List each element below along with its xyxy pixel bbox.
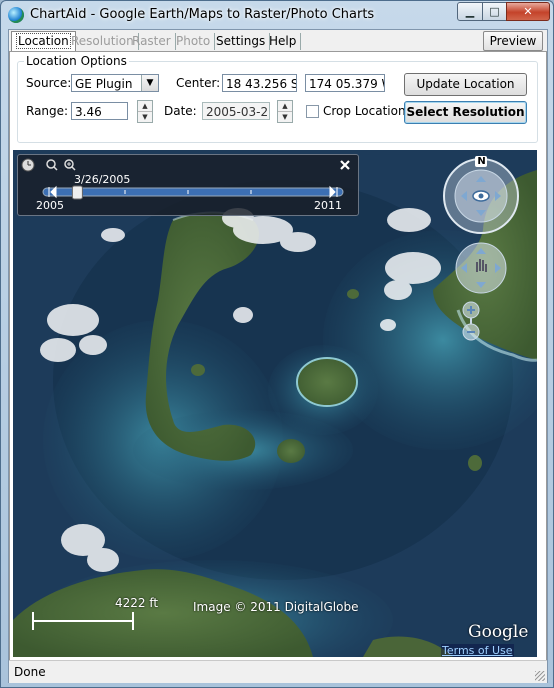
- source-label: Source:: [26, 76, 72, 90]
- globe-icon: [8, 7, 24, 23]
- window-title: ChartAid - Google Earth/Maps to Raster/P…: [30, 7, 375, 22]
- title-bar[interactable]: ChartAid - Google Earth/Maps to Raster/P…: [1, 1, 553, 29]
- resize-grip-icon[interactable]: [535, 671, 545, 681]
- close-icon: [340, 160, 350, 170]
- tab-raster[interactable]: Raster: [128, 33, 176, 50]
- spin-up-icon[interactable]: ▲: [278, 101, 292, 112]
- range-spinner[interactable]: ▲ ▼: [137, 100, 153, 123]
- timeline-thumb: [71, 185, 83, 200]
- zoom-out-icon: [46, 159, 56, 169]
- compass-north-letter[interactable]: N: [476, 156, 487, 167]
- historical-imagery-slider[interactable]: 3/26/2005 2005 2011: [17, 154, 359, 216]
- timeline-end-year: 2011: [314, 199, 342, 212]
- tab-settings[interactable]: Settings: [212, 33, 271, 50]
- earth-map-view[interactable]: 3/26/2005 2005 2011 N 4222 ft Image © 20…: [13, 150, 537, 657]
- location-options-group: Location Options Source: GE Plugin ▼ Cen…: [17, 54, 538, 143]
- crop-location-label: Crop Location: [323, 104, 406, 118]
- date-field[interactable]: 2005-03-27: [202, 102, 270, 120]
- preview-button[interactable]: Preview: [483, 31, 543, 51]
- app-window: ChartAid - Google Earth/Maps to Raster/P…: [0, 0, 554, 688]
- source-select[interactable]: GE Plugin ▼: [71, 74, 159, 92]
- update-location-button[interactable]: Update Location: [404, 73, 527, 96]
- timeline-date: 3/26/2005: [74, 173, 131, 186]
- tab-help[interactable]: Help: [265, 33, 302, 50]
- terms-of-use-link[interactable]: Terms of Use: [441, 644, 514, 657]
- client-area: Location Resolution Raster Photo Setting…: [8, 29, 548, 683]
- range-label: Range:: [26, 104, 69, 118]
- crop-location-checkbox[interactable]: [306, 105, 319, 118]
- spin-down-icon[interactable]: ▼: [138, 112, 152, 122]
- location-tab-page: Location Options Source: GE Plugin ▼ Cen…: [9, 51, 547, 661]
- tab-strip: Location Resolution Raster Photo Setting…: [9, 30, 547, 52]
- select-resolution-button[interactable]: Select Resolution: [404, 101, 527, 124]
- imagery-credit: Image © 2011 DigitalGlobe: [193, 600, 359, 614]
- maximize-button[interactable]: □: [482, 2, 507, 21]
- timeline-start-year: 2005: [36, 199, 64, 212]
- scale-label: 4222 ft: [115, 596, 159, 610]
- google-logo: Google: [468, 622, 529, 642]
- close-button[interactable]: ✕: [506, 2, 550, 21]
- status-bar: Done: [9, 660, 547, 683]
- date-label: Date:: [164, 104, 197, 118]
- group-title: Location Options: [24, 54, 129, 68]
- center-longitude-field[interactable]: 174 05.379 W: [305, 74, 385, 92]
- range-field[interactable]: 3.46: [71, 102, 128, 120]
- center-label: Center:: [176, 76, 221, 90]
- minimize-button[interactable]: ▁: [457, 2, 483, 21]
- tab-photo[interactable]: Photo: [172, 33, 216, 50]
- spin-down-icon[interactable]: ▼: [278, 112, 292, 122]
- slider-graphics: [21, 158, 350, 200]
- chevron-down-icon[interactable]: ▼: [141, 75, 158, 91]
- source-value: GE Plugin: [75, 77, 133, 91]
- date-spinner[interactable]: ▲ ▼: [277, 100, 293, 123]
- tab-location-label: Location: [16, 33, 71, 49]
- nav-graphics: [443, 156, 519, 341]
- status-text: Done: [14, 665, 46, 679]
- center-latitude-field[interactable]: 18 43.256 S: [222, 74, 297, 92]
- spin-up-icon[interactable]: ▲: [138, 101, 152, 112]
